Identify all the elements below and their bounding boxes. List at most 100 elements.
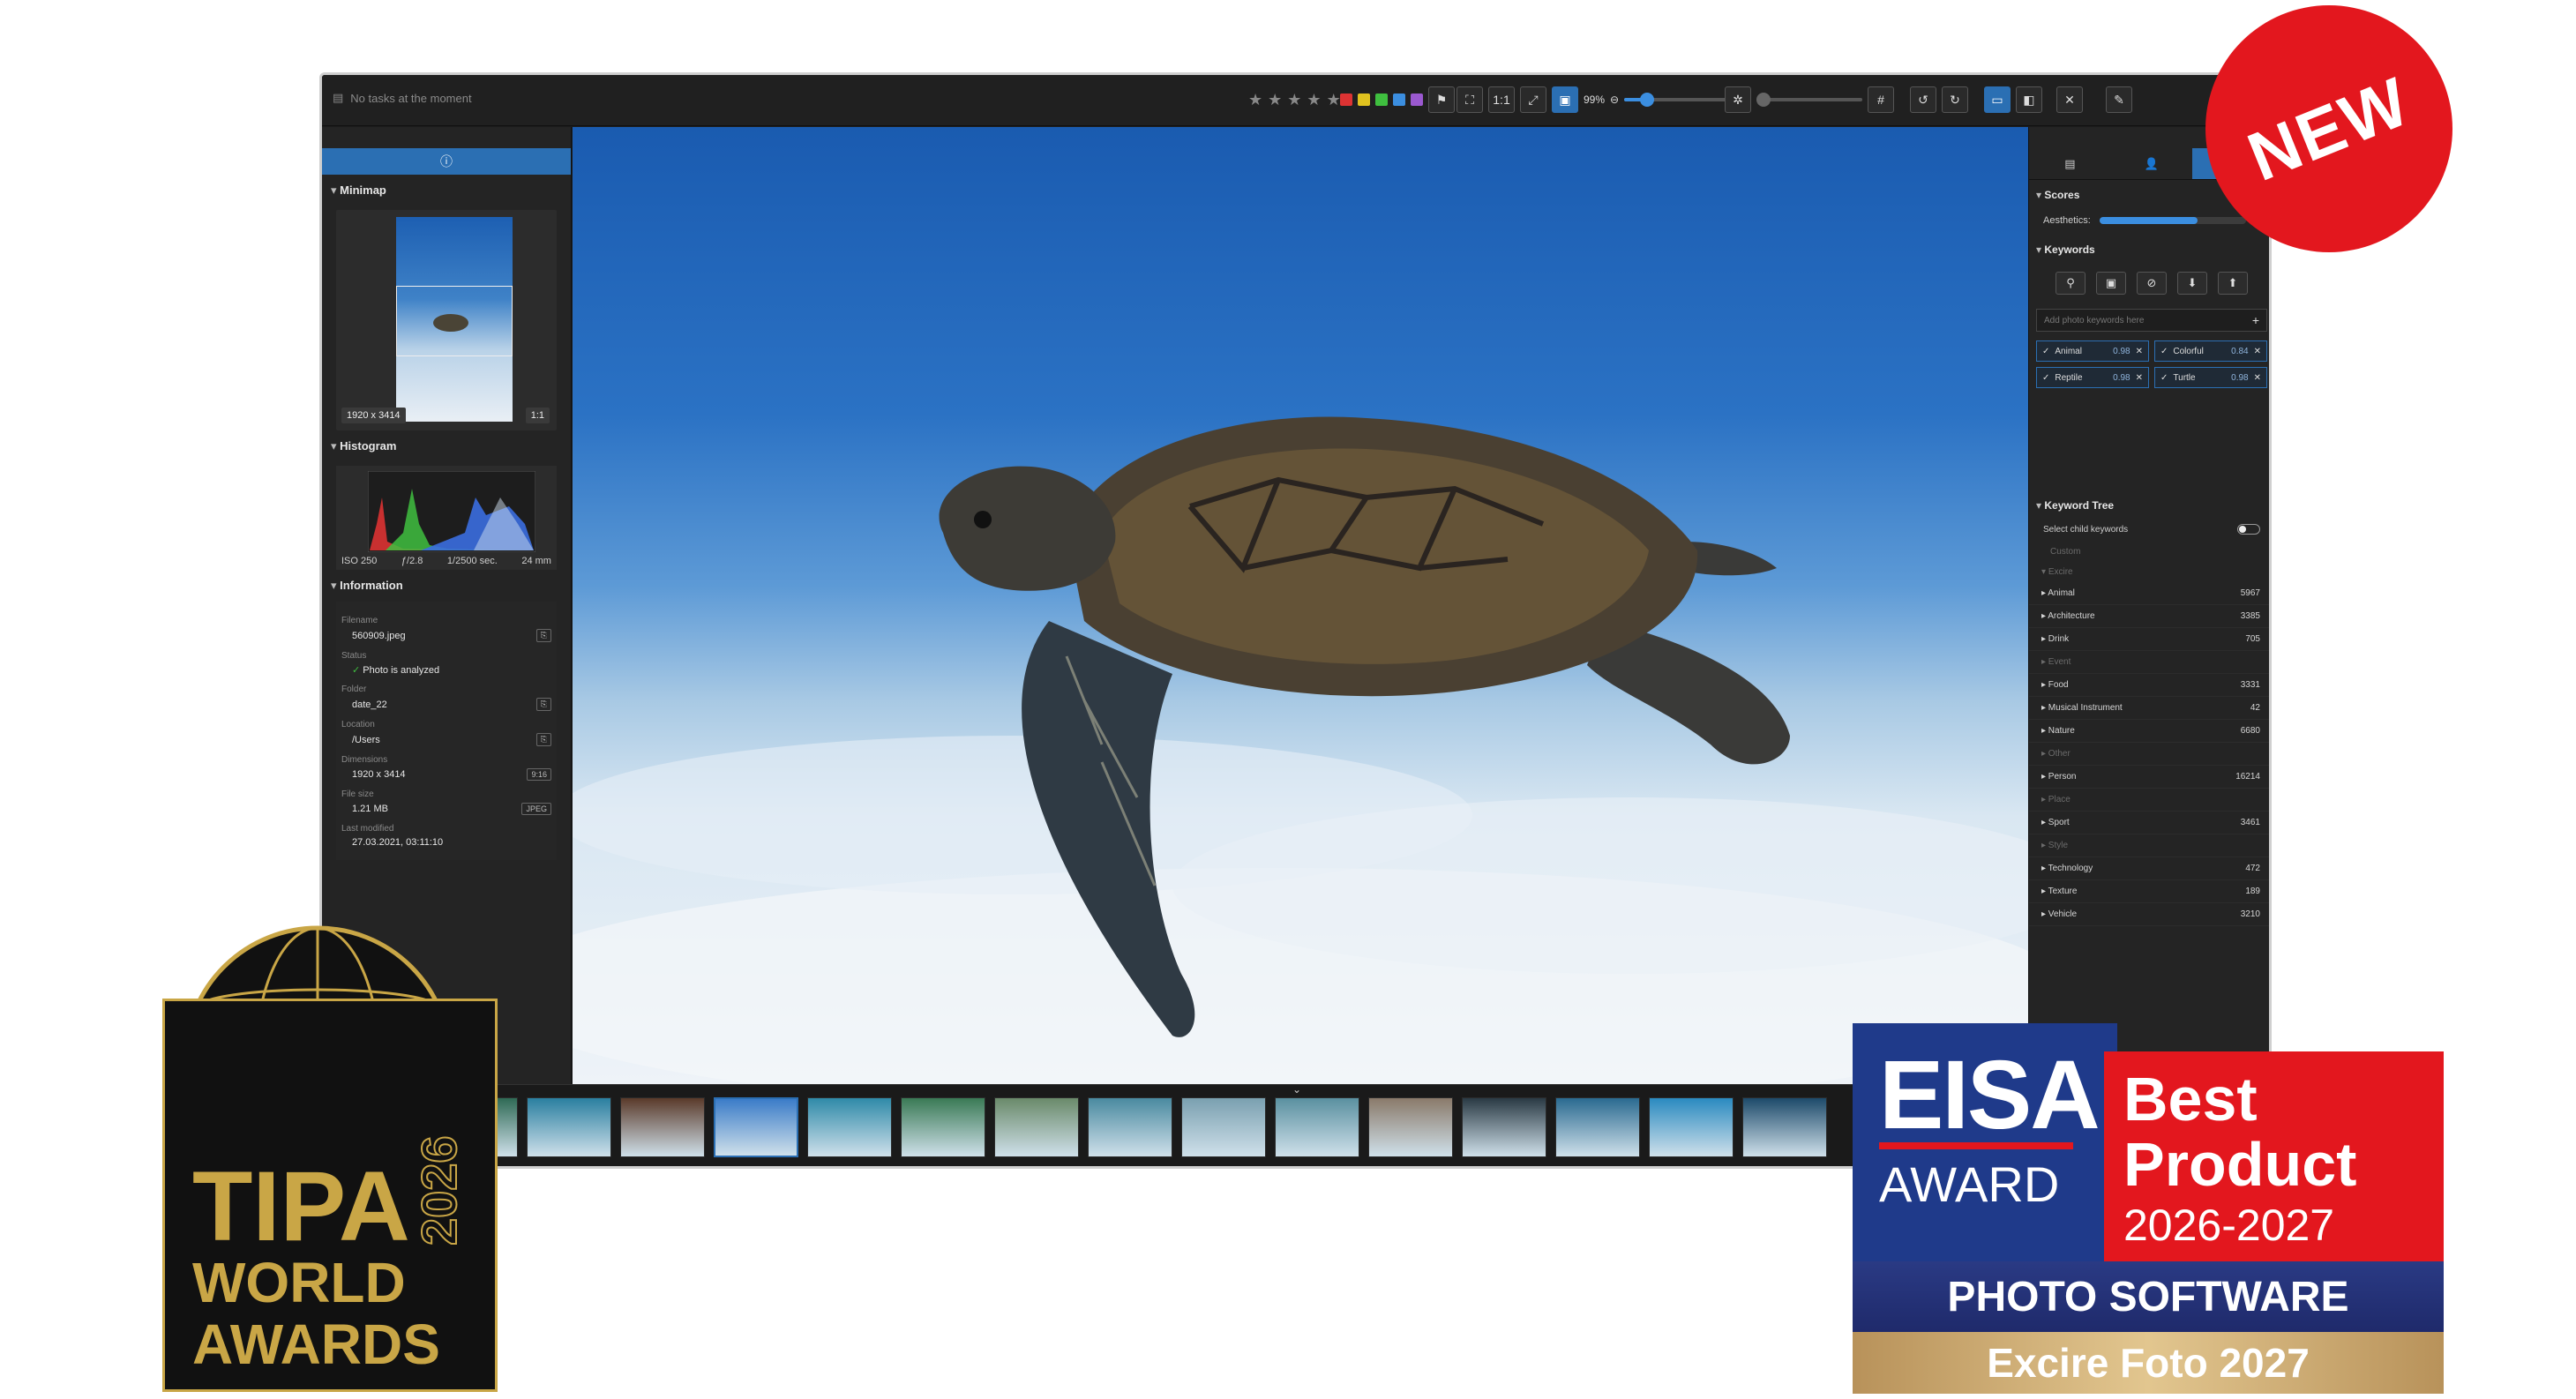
color-label-blue[interactable] xyxy=(1393,94,1405,106)
zoom-slider[interactable] xyxy=(1624,93,1731,107)
keyword-tree-row[interactable]: ▸ Drink 705 xyxy=(2029,628,2269,651)
color-label-green[interactable] xyxy=(1375,94,1388,106)
keyword-tree-row[interactable]: ▸ Place xyxy=(2029,789,2269,812)
filmstrip-thumbnail[interactable] xyxy=(994,1097,1079,1157)
tab-details[interactable]: ▤ xyxy=(2029,148,2111,179)
tipa-award-logo: TIPA WORLD AWARDS 2026 xyxy=(141,919,503,1395)
color-label-purple[interactable] xyxy=(1411,94,1423,106)
photo-viewer[interactable] xyxy=(573,127,2028,1084)
single-view-icon[interactable]: ▭ xyxy=(1984,86,2011,113)
remove-keywords-icon[interactable]: ⊘ xyxy=(2137,272,2167,295)
keyword-tree-row[interactable]: ▸ Technology 472 xyxy=(2029,857,2269,880)
edit-icon[interactable]: ✎ xyxy=(2106,86,2132,113)
split-view-icon[interactable]: ◧ xyxy=(2016,86,2042,113)
filmstrip-thumbnail[interactable] xyxy=(714,1097,798,1157)
filmstrip-thumbnail[interactable] xyxy=(1181,1097,1266,1157)
select-child-toggle[interactable] xyxy=(2237,524,2260,535)
color-label-red[interactable] xyxy=(1340,94,1352,106)
filmstrip-thumbnail[interactable] xyxy=(1649,1097,1734,1157)
promo-canvas: ▤ No tasks at the moment ★ ★ ★ ★ ★ ⚑ ⛶ 1… xyxy=(0,0,2576,1399)
excire-label: Excire xyxy=(2048,567,2073,577)
remove-icon[interactable]: ✕ xyxy=(2136,373,2143,383)
keyword-tree-row[interactable]: ▸ Nature 6680 xyxy=(2029,720,2269,743)
keyword-tree-row[interactable]: ▸ Vehicle 3210 xyxy=(2029,903,2269,926)
filmstrip-thumbnail[interactable] xyxy=(1555,1097,1640,1157)
copy-icon[interactable]: ⎘ xyxy=(535,733,551,746)
minimap-heading[interactable]: Minimap xyxy=(322,175,571,203)
keyword-input[interactable]: Add photo keywords here + xyxy=(2036,309,2267,332)
filmstrip-thumbnail[interactable] xyxy=(1368,1097,1453,1157)
chevron-down-icon[interactable]: ⌄ xyxy=(1292,1083,1301,1096)
filmstrip-thumbnail[interactable] xyxy=(1088,1097,1172,1157)
keyword-chip[interactable]: ✓ Reptile 0.98 ✕ xyxy=(2036,367,2149,388)
keyword-chip[interactable]: ✓ Turtle 0.98 ✕ xyxy=(2154,367,2267,388)
filmstrip-thumbnail[interactable] xyxy=(901,1097,985,1157)
tab-people[interactable]: 👤 xyxy=(2111,148,2193,179)
flag-icon[interactable]: ⚑ xyxy=(1428,86,1455,113)
eisa-best-product-block: Best Product 2026-2027 xyxy=(2104,1051,2444,1270)
zoom-1to1-button[interactable]: 1:1 xyxy=(1488,86,1515,113)
brightness-slider[interactable] xyxy=(1756,93,1862,107)
copy-icon[interactable]: ⎘ xyxy=(535,629,551,642)
filmstrip-thumbnail[interactable] xyxy=(807,1097,892,1157)
keyword-tree-row[interactable]: ▸ Person 16214 xyxy=(2029,766,2269,789)
import-keywords-icon[interactable]: ⬇ xyxy=(2177,272,2207,295)
minimap-viewport[interactable] xyxy=(396,286,513,356)
star-icon[interactable]: ★ xyxy=(1268,91,1282,109)
rotate-left-icon[interactable]: ↺ xyxy=(1910,86,1936,113)
zoom-out-icon[interactable]: ⊖ xyxy=(1610,94,1619,106)
filmstrip-thumbnail[interactable] xyxy=(527,1097,611,1157)
filmstrip-thumbnail[interactable] xyxy=(1275,1097,1359,1157)
keyword-tree-row[interactable]: ▸ Event xyxy=(2029,651,2269,674)
close-icon[interactable]: ✕ xyxy=(2056,86,2083,113)
histogram-heading[interactable]: Histogram xyxy=(322,430,571,459)
filmstrip-thumbnail[interactable] xyxy=(620,1097,705,1157)
keyword-name: Colorful xyxy=(2173,346,2204,356)
add-keyword-icon[interactable]: + xyxy=(2252,313,2259,327)
keyword-tree-row[interactable]: ▸ Architecture 3385 xyxy=(2029,605,2269,628)
remove-icon[interactable]: ✕ xyxy=(2254,347,2261,356)
new-badge-text: NEW xyxy=(2237,61,2421,196)
custom-group[interactable]: Custom xyxy=(2029,542,2269,562)
color-label-yellow[interactable] xyxy=(1358,94,1370,106)
keyword-tree-heading[interactable]: Keyword Tree xyxy=(2029,490,2269,517)
excire-group[interactable]: ▾ Excire xyxy=(2029,562,2269,582)
info-label: Last modified xyxy=(341,824,394,834)
export-keywords-icon[interactable]: ⬆ xyxy=(2218,272,2248,295)
keyword-tree-row[interactable]: ▸ Sport 3461 xyxy=(2029,812,2269,834)
star-icon[interactable]: ★ xyxy=(1307,91,1321,109)
status-value: ✓ Photo is analyzed xyxy=(352,664,439,676)
remove-icon[interactable]: ✕ xyxy=(2254,373,2261,383)
aperture-value: ƒ/2.8 xyxy=(401,556,423,566)
keyword-score: 0.98 xyxy=(2231,372,2249,383)
information-heading[interactable]: Information xyxy=(322,570,571,598)
keyword-tree-row[interactable]: ▸ Musical Instrument 42 xyxy=(2029,697,2269,720)
fill-icon[interactable]: ⤢ xyxy=(1520,86,1546,113)
grid-icon[interactable]: # xyxy=(1868,86,1894,113)
remove-icon[interactable]: ✕ xyxy=(2136,347,2143,356)
compare-icon[interactable]: ▣ xyxy=(1552,86,1578,113)
eisa-product-band: Excire Foto 2027 xyxy=(1853,1332,2444,1394)
minimap[interactable]: 1920 x 3414 1:1 xyxy=(336,210,557,430)
info-tab[interactable]: ⓘ xyxy=(322,148,571,175)
keyword-chip[interactable]: ✓ Colorful 0.84 ✕ xyxy=(2154,340,2267,362)
star-icon[interactable]: ★ xyxy=(1327,91,1341,109)
copy-icon[interactable]: ⎘ xyxy=(535,698,551,711)
star-icon[interactable]: ★ xyxy=(1248,91,1262,109)
filmstrip-thumbnail[interactable] xyxy=(1462,1097,1546,1157)
brightness-icon[interactable]: ✲ xyxy=(1725,86,1751,113)
keyword-chip[interactable]: ✓ Animal 0.98 ✕ xyxy=(2036,340,2149,362)
keyword-tree-row[interactable]: ▸ Style xyxy=(2029,834,2269,857)
star-icon[interactable]: ★ xyxy=(1287,91,1301,109)
keyword-tree-row[interactable]: ▸ Food 3331 xyxy=(2029,674,2269,697)
keyword-tree-row[interactable]: ▸ Animal 5967 xyxy=(2029,582,2269,605)
person-keyword-icon[interactable]: ⚲ xyxy=(2056,272,2086,295)
keywords-heading[interactable]: Keywords xyxy=(2029,235,2269,261)
filmstrip-thumbnail[interactable] xyxy=(1742,1097,1827,1157)
keyword-tree-row[interactable]: ▸ Texture 189 xyxy=(2029,880,2269,903)
object-keyword-icon[interactable]: ▣ xyxy=(2096,272,2126,295)
keyword-tree-label: ▸ Texture xyxy=(2041,887,2078,896)
rotate-right-icon[interactable]: ↻ xyxy=(1942,86,1968,113)
keyword-tree-row[interactable]: ▸ Other xyxy=(2029,743,2269,766)
fit-icon[interactable]: ⛶ xyxy=(1456,86,1483,113)
